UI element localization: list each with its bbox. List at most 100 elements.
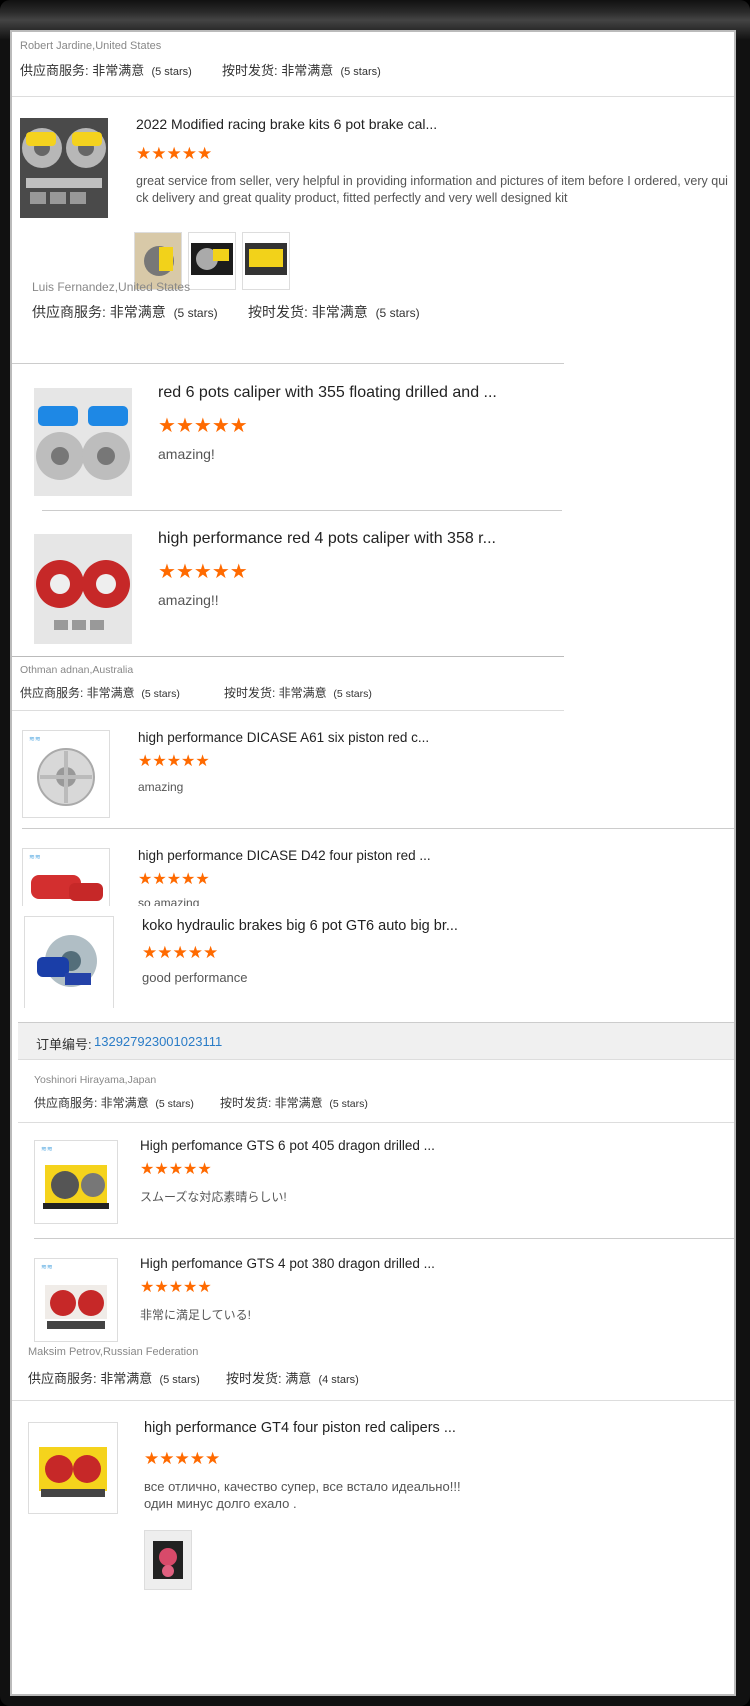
star-icon: ★ xyxy=(144,1449,160,1468)
supplier-service-label: 供应商服务: 非常满意 xyxy=(28,1371,153,1386)
star-icon: ★ xyxy=(189,1449,205,1468)
star-icon: ★ xyxy=(140,1279,155,1296)
star-icon: ★ xyxy=(181,144,197,163)
on-time-rating: 按时发货: 非常满意 (5 stars) xyxy=(222,60,381,79)
supplier-service-label: 供应商服务: 非常满意 xyxy=(20,63,145,78)
star-rating: ★ ★ ★ ★ ★ xyxy=(144,1450,220,1467)
star-icon: ★ xyxy=(183,1279,198,1296)
product-image[interactable]: ≋≋ xyxy=(34,1258,118,1342)
star-icon: ★ xyxy=(166,753,182,770)
star-icon: ★ xyxy=(157,943,173,962)
brand-logo: ≋≋ xyxy=(29,736,41,743)
review-comment: great service from seller, very helpful … xyxy=(136,174,728,205)
star-rating: ★ ★ ★ ★ ★ xyxy=(140,1280,212,1296)
on-time-rating: 按时发货: 非常满意 (5 stars) xyxy=(220,1094,368,1111)
review-comment: amazing!! xyxy=(158,592,219,608)
order-label: 订单编号: xyxy=(36,1037,92,1052)
on-time-label: 按时发货: 非常满意 xyxy=(220,1096,323,1110)
product-title[interactable]: high performance DICASE A61 six piston r… xyxy=(138,730,558,745)
product-image[interactable]: ≋≋ xyxy=(22,730,110,818)
star-icon: ★ xyxy=(152,753,167,770)
on-time-stars: (5 stars) xyxy=(333,688,372,700)
star-rating: ★ ★ ★ ★ ★ xyxy=(142,944,218,961)
divider xyxy=(12,656,564,657)
supplier-service-label: 供应商服务: 非常满意 xyxy=(32,304,166,320)
star-icon: ★ xyxy=(154,1161,169,1178)
product-image[interactable]: ≋≋ xyxy=(34,1140,118,1224)
star-icon: ★ xyxy=(138,753,153,770)
supplier-service-stars: (5 stars) xyxy=(159,1374,200,1386)
star-icon: ★ xyxy=(195,871,210,888)
supplier-service-rating: 供应商服务: 非常满意 (5 stars) xyxy=(34,1094,194,1111)
product-title[interactable]: red 6 pots caliper with 355 floating dri… xyxy=(158,384,558,402)
star-icon: ★ xyxy=(193,561,212,583)
review-comment-line: все отлично, качество супер, все встало … xyxy=(144,1479,461,1494)
product-title[interactable]: 2022 Modified racing brake kits 6 pot br… xyxy=(136,116,556,132)
review-photo[interactable] xyxy=(242,232,290,290)
review-photo[interactable] xyxy=(144,1530,192,1590)
star-icon: ★ xyxy=(168,1161,184,1178)
product-image[interactable] xyxy=(34,388,132,496)
star-icon: ★ xyxy=(197,1279,212,1296)
star-icon: ★ xyxy=(175,415,194,437)
star-rating: ★ ★ ★ ★ ★ xyxy=(158,416,248,436)
star-icon: ★ xyxy=(211,561,230,583)
divider xyxy=(18,1122,734,1123)
product-title[interactable]: high performance GT4 four piston red cal… xyxy=(144,1420,564,1436)
star-icon: ★ xyxy=(154,1279,169,1296)
on-time-rating: 按时发货: 非常满意 (5 stars) xyxy=(248,302,420,322)
star-icon: ★ xyxy=(151,144,167,163)
supplier-service-stars: (5 stars) xyxy=(141,688,180,700)
product-title[interactable]: High perfomance GTS 6 pot 405 dragon dri… xyxy=(140,1138,560,1153)
review-comment-line: один минус долго ехало . xyxy=(144,1496,297,1511)
product-image[interactable] xyxy=(20,118,108,218)
order-number-link[interactable]: 132927923001023111 xyxy=(94,1034,222,1049)
star-icon: ★ xyxy=(142,943,158,962)
product-title[interactable]: high performance red 4 pots caliper with… xyxy=(158,530,558,548)
star-icon: ★ xyxy=(159,1449,175,1468)
brand-logo: ≋≋ xyxy=(41,1264,53,1271)
divider xyxy=(12,1400,734,1401)
on-time-stars: (4 stars) xyxy=(318,1374,359,1386)
review-comment: good performance xyxy=(142,970,248,985)
review-photo[interactable] xyxy=(188,232,236,290)
divider xyxy=(12,96,734,97)
on-time-stars: (5 stars) xyxy=(329,1098,368,1110)
divider xyxy=(34,1238,734,1239)
supplier-service-label: 供应商服务: 非常满意 xyxy=(20,686,135,700)
review-comment: amazing xyxy=(138,780,184,794)
reviews-panel[interactable]: Robert Jardine,United States 供应商服务: 非常满意… xyxy=(10,30,736,1696)
star-icon: ★ xyxy=(166,144,182,163)
reviewer-name: Othman adnan,Australia xyxy=(20,664,134,676)
reviewer-name: Yoshinori Hirayama,Japan xyxy=(34,1074,157,1086)
star-icon: ★ xyxy=(166,871,182,888)
star-icon: ★ xyxy=(187,943,203,962)
star-icon: ★ xyxy=(140,1161,155,1178)
divider xyxy=(12,363,564,364)
on-time-label: 按时发货: 满意 xyxy=(226,1371,312,1386)
divider xyxy=(22,828,734,829)
brand-logo: ≋≋ xyxy=(29,854,41,861)
on-time-label: 按时发货: 非常满意 xyxy=(224,686,327,700)
reviewer-name: Robert Jardine,United States xyxy=(20,40,162,52)
product-title[interactable]: koko hydraulic brakes big 6 pot GT6 auto… xyxy=(142,918,562,934)
brand-logo: ≋≋ xyxy=(41,1146,53,1153)
product-image[interactable] xyxy=(28,1422,118,1514)
product-title[interactable]: high performance DICASE D42 four piston … xyxy=(138,848,558,863)
supplier-service-rating: 供应商服务: 非常满意 (5 stars) xyxy=(20,684,180,701)
divider xyxy=(12,710,564,711)
star-rating: ★ ★ ★ ★ ★ xyxy=(158,562,248,582)
reviewer-name: Luis Fernandez,United States xyxy=(32,280,191,294)
supplier-service-stars: (5 stars) xyxy=(155,1098,194,1110)
product-image[interactable]: ≋≋ xyxy=(22,848,110,906)
product-title[interactable]: High perfomance GTS 4 pot 380 dragon dri… xyxy=(140,1256,560,1271)
star-icon: ★ xyxy=(197,144,213,163)
review-comment: amazing! xyxy=(158,446,215,462)
star-rating: ★ ★ ★ ★ ★ xyxy=(140,1162,212,1178)
star-icon: ★ xyxy=(193,415,212,437)
star-icon: ★ xyxy=(197,1161,212,1178)
product-image[interactable] xyxy=(34,534,132,644)
product-image[interactable] xyxy=(24,916,114,1008)
on-time-stars: (5 stars) xyxy=(340,66,381,78)
supplier-service-label: 供应商服务: 非常满意 xyxy=(34,1096,149,1110)
